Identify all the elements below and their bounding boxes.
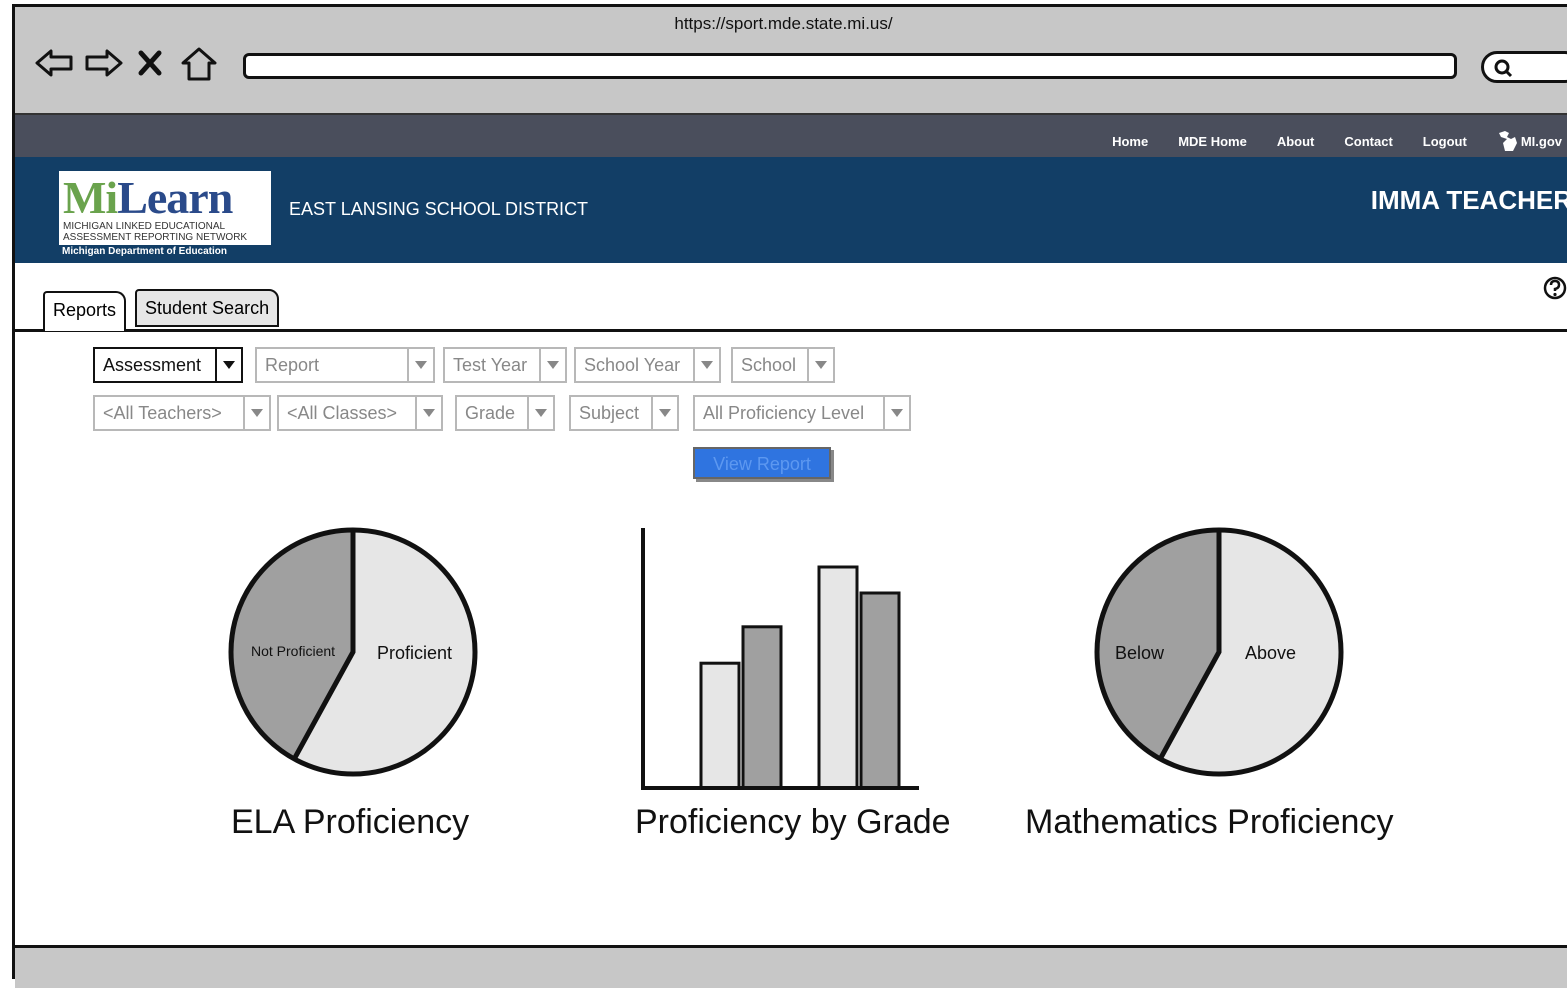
nav-about[interactable]: About xyxy=(1277,134,1315,149)
district-name: EAST LANSING SCHOOL DISTRICT xyxy=(289,199,589,219)
forward-icon[interactable] xyxy=(81,41,125,85)
back-icon[interactable] xyxy=(33,41,77,85)
nav-migov[interactable]: MI.gov xyxy=(1497,129,1562,153)
user-name: IMMA TEACHER xyxy=(1370,185,1567,215)
nav-home[interactable]: Home xyxy=(1112,134,1148,149)
chevron-down-icon xyxy=(807,349,833,381)
nav-mde-home[interactable]: MDE Home xyxy=(1178,134,1247,149)
chevron-down-icon xyxy=(243,397,269,429)
chevron-down-icon xyxy=(415,397,441,429)
pie-label-not-proficient: Not Proficient xyxy=(251,643,336,659)
bar-1-1 xyxy=(699,661,741,790)
address-bar[interactable] xyxy=(243,53,1457,79)
stop-icon[interactable] xyxy=(129,41,173,85)
school-year-select[interactable]: School Year xyxy=(574,347,721,383)
bar-2-2 xyxy=(859,591,901,790)
help-icon[interactable] xyxy=(1542,275,1567,301)
top-navigation: Home MDE Home About Contact Logout MI.go… xyxy=(15,115,1567,157)
pie-label-proficient: Proficient xyxy=(377,643,453,663)
assessment-select[interactable]: Assessment xyxy=(93,347,243,383)
browser-status-bar xyxy=(15,945,1567,988)
classes-select[interactable]: <All Classes> xyxy=(277,395,443,431)
milearn-logo[interactable]: MiLearn MICHIGAN LINKED EDUCATIONAL ASSES… xyxy=(59,171,271,259)
nav-logout[interactable]: Logout xyxy=(1423,134,1467,149)
chevron-down-icon xyxy=(539,349,565,381)
pie-label-below: Below xyxy=(1115,643,1165,663)
home-icon[interactable] xyxy=(177,41,221,85)
teachers-select[interactable]: <All Teachers> xyxy=(93,395,271,431)
url-text: https://sport.mde.state.mi.us/ xyxy=(674,14,893,33)
chevron-down-icon xyxy=(527,397,553,429)
subject-select[interactable]: Subject xyxy=(569,395,679,431)
chevron-down-icon xyxy=(883,397,909,429)
chevron-down-icon xyxy=(407,349,433,381)
chevron-down-icon xyxy=(693,349,719,381)
ela-chart-title: ELA Proficiency xyxy=(231,803,470,841)
test-year-select[interactable]: Test Year xyxy=(443,347,567,383)
chevron-down-icon xyxy=(215,349,241,381)
school-select[interactable]: School xyxy=(731,347,835,383)
tab-bar: Student Search Reports xyxy=(15,263,1567,332)
proficiency-level-select[interactable]: All Proficiency Level xyxy=(693,395,911,431)
search-icon xyxy=(1494,59,1513,78)
report-select[interactable]: Report xyxy=(255,347,435,383)
chevron-down-icon xyxy=(651,397,677,429)
pie-label-above: Above xyxy=(1245,643,1297,663)
math-chart-title: Mathematics Proficiency xyxy=(1025,803,1394,841)
view-report-button[interactable]: View Report xyxy=(693,447,831,479)
bar-1-2 xyxy=(741,625,783,790)
michigan-icon xyxy=(1498,131,1517,151)
browser-search-field[interactable] xyxy=(1481,51,1567,83)
site-banner: MiLearn MICHIGAN LINKED EDUCATIONAL ASSES… xyxy=(15,157,1567,263)
nav-contact[interactable]: Contact xyxy=(1344,134,1392,149)
grade-select[interactable]: Grade xyxy=(455,395,555,431)
tab-student-search[interactable]: Student Search xyxy=(135,289,280,327)
bar-chart-title: Proficiency by Grade xyxy=(635,803,951,841)
browser-window: Home MDE Home About Contact Logout MI.go… xyxy=(12,4,1567,988)
migov-label: MI.gov xyxy=(1520,133,1562,149)
bar-2-1 xyxy=(817,565,859,790)
browser-nav-icons xyxy=(33,41,221,85)
grade-bar-chart xyxy=(641,528,919,790)
tab-reports[interactable]: Reports xyxy=(43,291,127,331)
